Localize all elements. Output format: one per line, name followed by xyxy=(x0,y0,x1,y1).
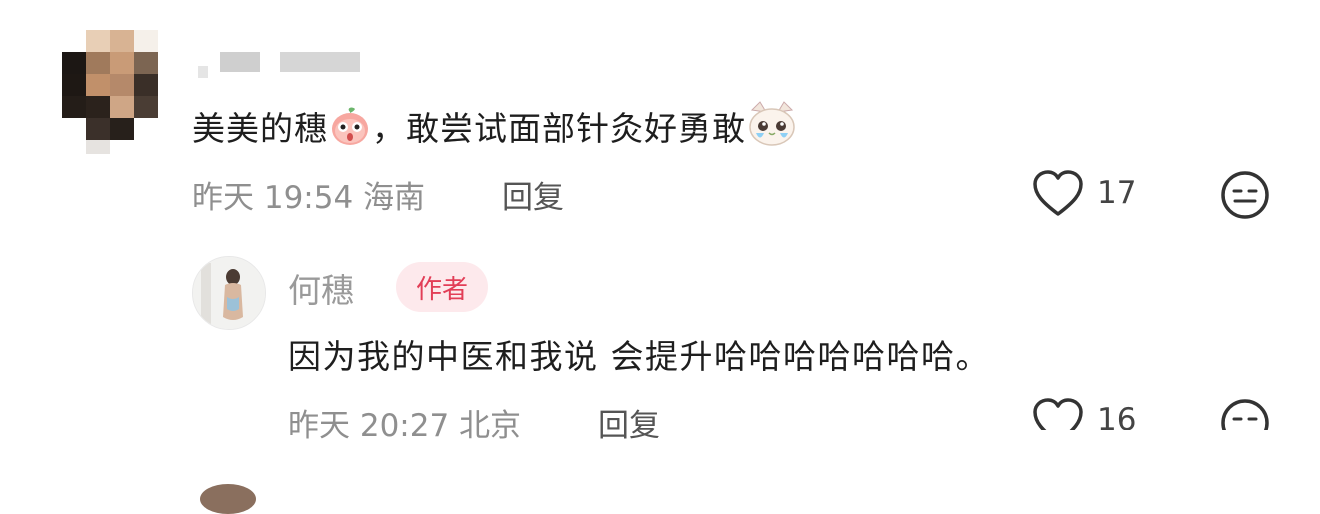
crying-cat-emoji-icon xyxy=(746,100,798,148)
bottom-crop-overlay xyxy=(1000,430,1320,495)
comment-location: 海南 xyxy=(363,180,426,216)
peach-face-emoji-icon xyxy=(328,104,372,148)
reply-button[interactable]: 回复 xyxy=(598,400,660,445)
reply-date: 昨天 xyxy=(288,408,350,444)
reply-button[interactable]: 回复 xyxy=(502,172,564,217)
like-heart-icon[interactable] xyxy=(1032,170,1084,222)
dislike-face-icon[interactable] xyxy=(1220,170,1270,224)
author-avatar[interactable] xyxy=(192,256,266,330)
comment-date: 昨天 xyxy=(192,180,254,216)
reply-location: 北京 xyxy=(459,408,522,444)
reply-time: 20:27 xyxy=(359,408,450,444)
author-name[interactable]: 何穗 xyxy=(288,264,354,312)
comment-text-part1: 美美的穗 xyxy=(192,109,328,148)
next-comment-avatar[interactable] xyxy=(200,484,256,514)
reply-text: 因为我的中医和我说 会提升哈哈哈哈哈哈哈。 xyxy=(288,337,990,376)
like-count: 17 xyxy=(1097,175,1137,211)
author-badge: 作者 xyxy=(396,262,488,312)
comment-meta: 昨天 19:54 海南 xyxy=(192,172,425,217)
comment-text: 美美的穗 ，敢尝试面部针灸好勇敢 xyxy=(192,100,798,150)
commenter-avatar[interactable] xyxy=(62,30,158,154)
comment-text-part2: ，敢尝试面部针灸好勇敢 xyxy=(372,109,746,148)
comment-time: 19:54 xyxy=(263,180,354,216)
reply-meta: 昨天 20:27 北京 xyxy=(288,400,521,445)
